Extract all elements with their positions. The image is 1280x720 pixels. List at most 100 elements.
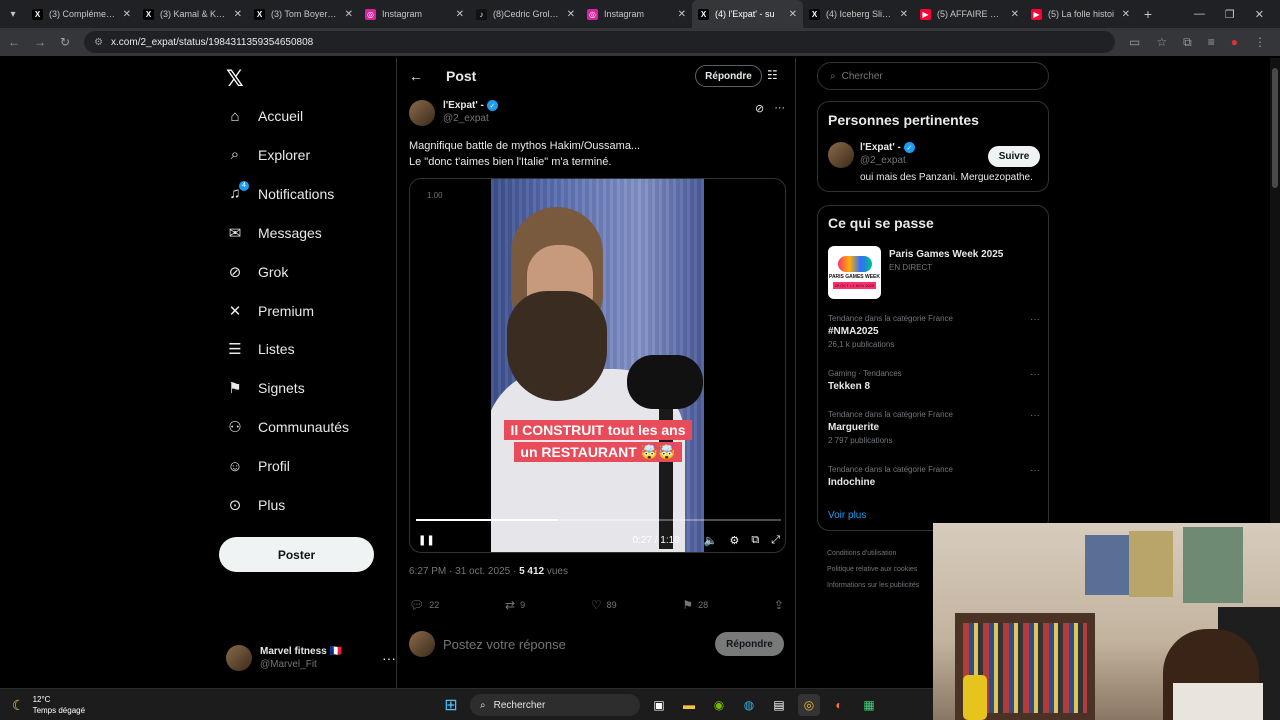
live-event[interactable]: PARIS GAMES WEEK 29 OCT • 2 NOV 2025 Par… (828, 246, 1003, 299)
search-input[interactable]: ⌕ Chercher (817, 62, 1049, 90)
follow-button[interactable]: Suivre (988, 146, 1040, 167)
pause-icon[interactable]: ❚❚ (418, 535, 435, 546)
reply-submit-button[interactable]: Répondre (715, 632, 784, 656)
windows-start-icon[interactable]: ⊞ (440, 694, 462, 716)
tab-list-icon[interactable]: ≡ (1208, 35, 1215, 50)
back-arrow-icon[interactable]: ← (409, 68, 423, 84)
nav-item-notifications[interactable]: ♫ 4 Notifications (226, 179, 334, 209)
nav-item-profil[interactable]: ☺ Profil (226, 451, 290, 481)
nav-item-communauts[interactable]: ⚇ Communautés (226, 412, 349, 442)
x-logo-icon[interactable]: 𝕏 (226, 66, 244, 92)
browser-tab[interactable]: X (3) Kamal & Kyta ✕ (137, 0, 248, 28)
browser-menu-icon[interactable]: ⋮ (1254, 35, 1266, 50)
close-tab-icon[interactable]: ✕ (1122, 9, 1130, 20)
edge-icon[interactable]: ◍ (738, 694, 760, 716)
close-tab-icon[interactable]: ✕ (345, 9, 353, 20)
new-tab-button[interactable]: + (1136, 6, 1160, 22)
bookmark-action[interactable]: ⚑ 28 (682, 598, 708, 612)
pip-icon[interactable]: ⧉ (751, 534, 759, 547)
close-tab-icon[interactable]: ✕ (678, 9, 686, 20)
share-action[interactable]: ⇪ (774, 598, 784, 612)
weather-widget[interactable]: ☾ 12°C Temps dégagé (12, 694, 85, 716)
trend-item[interactable]: Gaming · Tendances Tekken 8 ··· (828, 369, 1040, 392)
reply-action[interactable]: 💬︎ 22 (409, 598, 439, 612)
nvidia-icon[interactable]: ◉ (708, 694, 730, 716)
sliders-icon[interactable]: ☷ (767, 68, 778, 82)
minimize-icon[interactable]: — (1194, 8, 1205, 21)
extensions-icon[interactable]: ⧉ (1183, 35, 1192, 50)
footer-link[interactable]: Politique relative aux cookies (827, 562, 919, 578)
browser-tab[interactable]: X (4) l'Expat' - su ✕ (692, 0, 803, 28)
address-bar[interactable]: ⚙ x.com/2_expat/status/19843113593546508… (84, 31, 1116, 53)
nav-item-listes[interactable]: ☰ Listes (226, 334, 294, 364)
fullscreen-icon[interactable]: ⤢ (771, 534, 780, 547)
close-tab-icon[interactable]: ✕ (789, 9, 797, 20)
browser-tab[interactable]: X (4) Iceberg Slim su ✕ (803, 0, 914, 28)
browser-tab[interactable]: ▶ (5) AFFAIRE SARK ✕ (914, 0, 1025, 28)
firefox-icon[interactable]: ◐ (828, 694, 850, 716)
close-window-icon[interactable]: ✕ (1255, 8, 1264, 21)
back-arrow-icon[interactable]: ← (8, 35, 20, 49)
nav-item-grok[interactable]: ⊘ Grok (226, 257, 289, 287)
taskbar-search[interactable]: ⌕ Rechercher (470, 694, 640, 716)
browser-tab[interactable]: X (3) Tom Boyer sur ✕ (248, 0, 359, 28)
store-icon[interactable]: ▤ (768, 694, 790, 716)
profile-icon[interactable]: ● (1231, 35, 1238, 50)
more-dots-icon[interactable]: ··· (1030, 410, 1040, 421)
close-tab-icon[interactable]: ✕ (456, 9, 464, 20)
bookmark-star-icon[interactable]: ☆ (1156, 35, 1167, 50)
reply-input[interactable]: Postez votre réponse (443, 637, 566, 652)
task-view-icon[interactable]: ▣ (648, 694, 670, 716)
trend-item[interactable]: Tendance dans la catégorie France #NMA202… (828, 314, 1040, 349)
chrome-icon[interactable]: ◎ (798, 694, 820, 716)
video-progress-bar[interactable] (416, 519, 781, 521)
tab-search-button[interactable]: ▾ (0, 0, 26, 28)
more-dots-icon[interactable]: ··· (1030, 314, 1040, 325)
site-info-icon[interactable]: ⚙ (94, 37, 103, 48)
file-explorer-icon[interactable]: ▬ (678, 694, 700, 716)
browser-tab[interactable]: ◎ Instagram ✕ (581, 0, 692, 28)
browser-tab[interactable]: X (3) Complément d ✕ (26, 0, 137, 28)
account-switcher[interactable]: Marvel fitness 🇫🇷 @Marvel_Fit ··· (226, 642, 396, 674)
trend-item[interactable]: Tendance dans la catégorie France Indochi… (828, 465, 1040, 488)
video-player[interactable]: 1.00 Il CONSTRUIT tout les ans un RESTAU… (409, 178, 786, 553)
more-dots-icon[interactable]: ··· (1030, 465, 1040, 476)
footer-link[interactable]: Conditions d'utilisation (827, 546, 919, 562)
nav-item-accueil[interactable]: ⌂ Accueil (226, 101, 303, 131)
cast-icon[interactable]: ▭ (1129, 35, 1140, 50)
nav-item-explorer[interactable]: ⌕ Explorer (226, 140, 310, 170)
nav-item-plus[interactable]: ⊙ Plus (226, 490, 286, 520)
see-more-link[interactable]: Voir plus (828, 510, 866, 521)
more-dots-icon[interactable]: ··· (774, 102, 785, 115)
close-tab-icon[interactable]: ✕ (123, 9, 131, 20)
nav-item-messages[interactable]: ✉ Messages (226, 218, 322, 248)
reply-header-button[interactable]: Répondre (695, 65, 762, 87)
forward-arrow-icon[interactable]: → (34, 35, 46, 49)
footer-link[interactable]: Informations sur les publicités (827, 578, 919, 594)
more-dots-icon[interactable]: ··· (1030, 369, 1040, 380)
settings-gear-icon[interactable]: ⚙ (729, 534, 739, 547)
close-tab-icon[interactable]: ✕ (567, 9, 575, 20)
app-icon[interactable]: ▦ (858, 694, 880, 716)
nav-item-premium[interactable]: ✕ Premium (226, 296, 314, 326)
reload-icon[interactable]: ↻ (60, 35, 70, 49)
author-name[interactable]: l'Expat' - (443, 100, 484, 111)
close-tab-icon[interactable]: ✕ (234, 9, 242, 20)
browser-tab[interactable]: ◎ Instagram ✕ (359, 0, 470, 28)
post-button[interactable]: Poster (219, 537, 374, 572)
browser-tab[interactable]: ♪ (8)Cedric Grolet (✕ (470, 0, 581, 28)
close-tab-icon[interactable]: ✕ (900, 9, 908, 20)
avatar[interactable] (409, 100, 435, 126)
browser-tab[interactable]: ▶ (5) La folle histoi ✕ (1025, 0, 1136, 28)
more-dots-icon[interactable]: ··· (382, 650, 396, 666)
close-tab-icon[interactable]: ✕ (1011, 9, 1019, 20)
trend-item[interactable]: Tendance dans la catégorie France Marguer… (828, 410, 1040, 445)
volume-icon[interactable]: 🔈 (704, 534, 718, 547)
repost-action[interactable]: ⇄ 9 (505, 598, 525, 612)
author-handle[interactable]: @2_expat (443, 113, 498, 124)
restore-icon[interactable]: ❐ (1225, 8, 1235, 21)
nav-item-signets[interactable]: ⚑ Signets (226, 373, 304, 403)
like-action[interactable]: ♡ 89 (591, 598, 617, 612)
grok-icon[interactable]: ⊘ (755, 102, 764, 115)
post-timestamp[interactable]: 6:27 PM · 31 oct. 2025 · (409, 566, 519, 577)
